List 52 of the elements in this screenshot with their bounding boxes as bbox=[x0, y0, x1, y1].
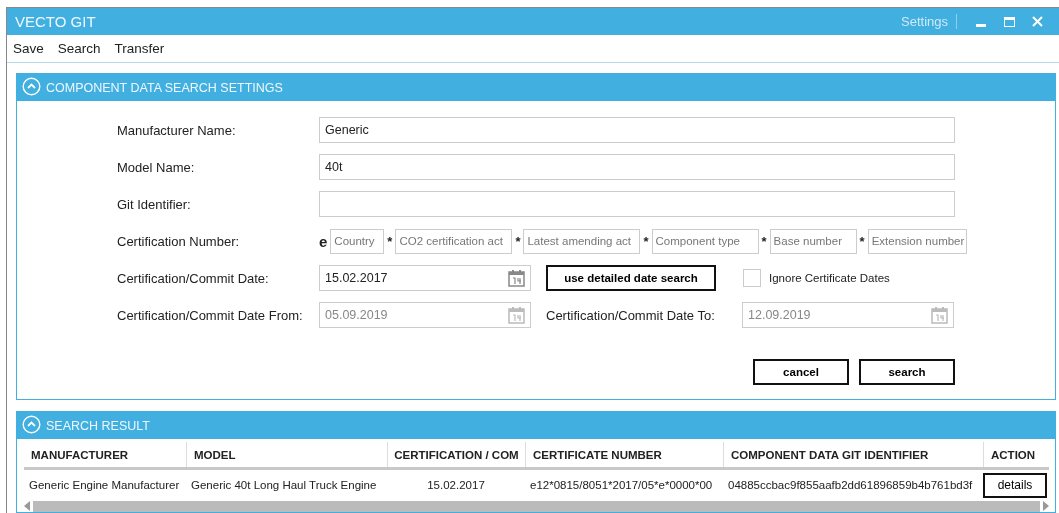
field-label: Model Name: bbox=[117, 159, 196, 175]
calendar-icon[interactable] bbox=[508, 269, 525, 287]
search-button[interactable]: search bbox=[859, 359, 955, 385]
detailed-date-button[interactable]: use detailed date search bbox=[546, 265, 716, 291]
menu-item[interactable]: Save bbox=[13, 41, 44, 56]
table-cell-text: Generic 40t Long Haul Truck Engine bbox=[190, 479, 378, 491]
date-field[interactable]: 15.02.2017 bbox=[319, 265, 531, 291]
column-header[interactable]: ACTION bbox=[983, 442, 1050, 467]
field-label: Certification/Commit Date: bbox=[117, 270, 270, 286]
column-header[interactable]: CERTIFICATE NUMBER bbox=[525, 442, 723, 467]
input-field[interactable] bbox=[319, 191, 955, 217]
table-cell-text: 04885ccbac9f855aafb2dd61896859b4b761bd3f bbox=[727, 479, 974, 491]
input-field[interactable]: Base number bbox=[769, 228, 857, 254]
column-header[interactable]: CERTIFICATION / COM bbox=[387, 442, 525, 467]
input-field[interactable]: 40t bbox=[319, 154, 955, 180]
checkbox-label: Ignore Certificate Dates bbox=[769, 272, 890, 284]
separator-text: * bbox=[386, 233, 394, 249]
scroll-right-icon[interactable] bbox=[1043, 501, 1049, 511]
column-header[interactable]: MODEL bbox=[186, 442, 387, 467]
window-title: VECTO GIT bbox=[15, 13, 97, 30]
column-header[interactable]: COMPONENT DATA GIT IDENTIFIER bbox=[723, 442, 983, 467]
input-field[interactable]: Country bbox=[330, 228, 385, 254]
input-field[interactable]: Latest amending act bbox=[523, 228, 641, 254]
field-label: Certification/Commit Date From: bbox=[117, 307, 304, 323]
table-cell-text: 15.02.2017 bbox=[426, 479, 486, 491]
separator-text: * bbox=[514, 233, 522, 249]
field-label: Certification/Commit Date To: bbox=[546, 307, 716, 323]
menu-item[interactable]: Search bbox=[57, 41, 101, 56]
input-field[interactable]: Generic bbox=[319, 117, 955, 143]
menu-item[interactable]: Transfer bbox=[114, 41, 165, 56]
details-button[interactable]: details bbox=[983, 472, 1047, 498]
table-cell-text: Generic Engine Manufacturer bbox=[28, 479, 181, 491]
prefix-text: e bbox=[319, 232, 329, 250]
panel-title: COMPONENT DATA SEARCH SETTINGS bbox=[46, 80, 283, 95]
input-field[interactable]: CO2 certification act bbox=[395, 228, 513, 254]
separator-text: * bbox=[760, 233, 768, 249]
scrollbar[interactable] bbox=[33, 500, 1040, 512]
scroll-left-icon[interactable] bbox=[24, 501, 30, 511]
cancel-button[interactable]: cancel bbox=[753, 359, 849, 385]
checkbox[interactable] bbox=[743, 269, 761, 287]
field-label: Certification Number: bbox=[117, 233, 241, 249]
table-cell-text: e12*0815/8051*2017/05*e*0000*00 bbox=[529, 479, 714, 491]
collapse-icon[interactable] bbox=[22, 414, 41, 434]
input-field[interactable]: Component type bbox=[651, 228, 759, 254]
field-label: Manufacturer Name: bbox=[117, 122, 237, 138]
collapse-icon[interactable] bbox=[22, 76, 41, 96]
separator-text: * bbox=[642, 233, 650, 249]
panel-title: SEARCH RESULT bbox=[46, 418, 150, 433]
input-field[interactable]: Extension number bbox=[867, 228, 967, 254]
separator-text: * bbox=[858, 233, 866, 249]
field-label: Git Identifier: bbox=[117, 196, 192, 212]
column-header[interactable]: MANUFACTURER bbox=[24, 442, 186, 467]
